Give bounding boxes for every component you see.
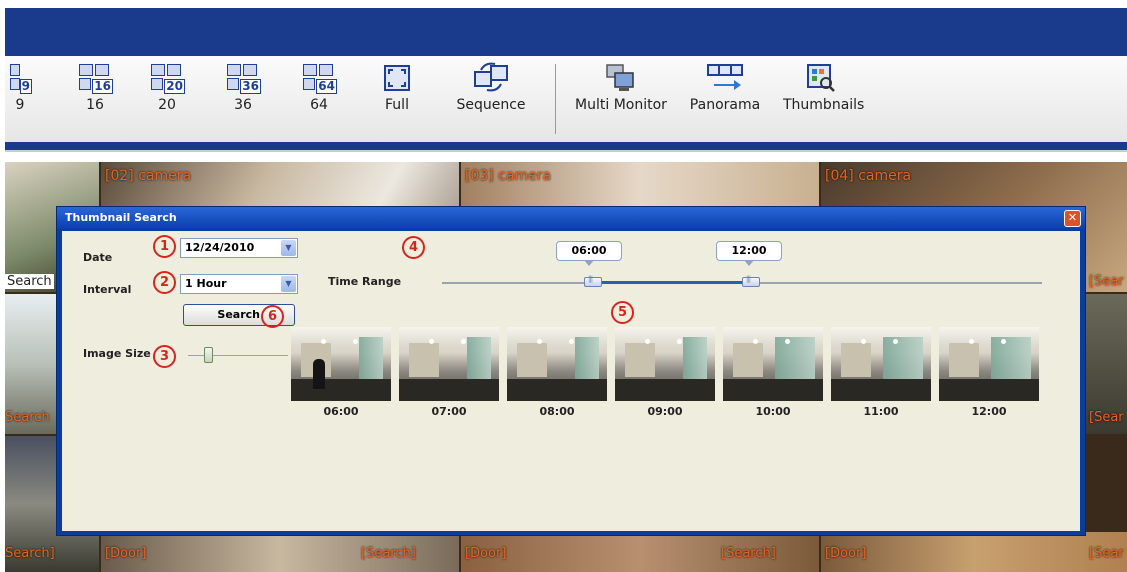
toolbar: 9 9 16 16 20 20 36 36 64 64 Full Sequenc…	[5, 56, 1127, 143]
thumbnail-0700[interactable]	[399, 327, 499, 401]
layout-16-button[interactable]: 16 16	[75, 62, 115, 113]
date-dropdown[interactable]: 12/24/2010 ▼	[180, 238, 298, 258]
camera-8-search-link[interactable]: [Sear	[1089, 274, 1124, 289]
thumbnail-0600[interactable]	[291, 327, 391, 401]
camera-tile-12[interactable]	[821, 532, 1127, 572]
range-end-handle[interactable]	[742, 275, 760, 287]
close-icon[interactable]: ✕	[1064, 210, 1081, 227]
thumbnail-0800[interactable]	[507, 327, 607, 401]
camera-12-door-label: [Door]	[825, 546, 867, 561]
grid-16-icon: 16	[79, 64, 113, 94]
camera-3-title: [03] camera	[465, 168, 552, 184]
marker-4: 4	[402, 236, 425, 259]
time-range-label: Time Range	[328, 275, 402, 288]
sequence-icon	[474, 62, 508, 92]
camera-2-title: [02] camera	[105, 168, 192, 184]
chevron-down-icon[interactable]: ▼	[281, 276, 296, 292]
layout-16-label: 16	[86, 97, 104, 113]
camera-9-search-link[interactable]: Search]	[5, 546, 55, 561]
marker-1: 1	[153, 235, 176, 258]
range-end-bubble: 12:00	[716, 241, 782, 266]
camera-11-search-link[interactable]: [Search]	[721, 546, 776, 561]
interval-label: Interval	[83, 283, 132, 296]
panorama-button[interactable]: Panorama	[683, 62, 767, 113]
interval-dropdown[interactable]: 1 Hour ▼	[180, 274, 298, 294]
marker-2: 2	[153, 271, 176, 294]
layout-20-button[interactable]: 20 20	[147, 62, 187, 113]
thumbnails-label: Thumbnails	[783, 97, 865, 113]
sequence-button[interactable]: Sequence	[451, 62, 531, 113]
dialog-title: Thumbnail Search	[57, 207, 1085, 229]
fullscreen-icon	[384, 65, 410, 91]
image-size-track	[188, 355, 288, 356]
grid-64-icon: 64	[303, 64, 337, 94]
image-size-slider[interactable]	[204, 347, 213, 363]
thumbnails-icon	[807, 64, 835, 92]
sequence-label: Sequence	[456, 97, 526, 113]
chevron-down-icon[interactable]: ▼	[281, 240, 296, 256]
grid-36-icon: 36	[227, 64, 261, 94]
camera-10-search-link[interactable]: [Search]	[361, 546, 416, 561]
marker-3: 3	[153, 345, 176, 368]
range-start-handle[interactable]	[584, 275, 602, 287]
title-bar	[5, 8, 1127, 56]
marker-6: 6	[261, 305, 284, 328]
thumbnail-time-1100: 11:00	[863, 405, 899, 418]
multi-monitor-label: Multi Monitor	[575, 97, 667, 113]
layout-9-button[interactable]: 9 9	[3, 62, 37, 113]
full-label: Full	[385, 97, 409, 113]
camera-4-title: [04] camera	[825, 168, 912, 184]
layout-64-label: 64	[310, 97, 328, 113]
layout-20-label: 20	[158, 97, 176, 113]
marker-5: 5	[611, 301, 634, 324]
interval-value: 1 Hour	[185, 277, 227, 290]
thumbnail-time-0800: 08:00	[539, 405, 575, 418]
date-label: Date	[83, 251, 113, 264]
layout-64-button[interactable]: 64 64	[299, 62, 339, 113]
range-start-bubble: 06:00	[556, 241, 622, 266]
multi-monitor-button[interactable]: Multi Monitor	[568, 62, 674, 113]
camera-1-search-link[interactable]: Search	[5, 274, 54, 289]
camera-5-search-link[interactable]: Search	[5, 410, 50, 425]
multi-monitor-icon	[606, 64, 634, 91]
thumbnail-1000[interactable]	[723, 327, 823, 401]
camera-10-door-label: [Door]	[105, 546, 147, 561]
camera-11-door-label: [Door]	[465, 546, 507, 561]
date-value: 12/24/2010	[185, 241, 255, 254]
layout-36-button[interactable]: 36 36	[223, 62, 263, 113]
toolbar-divider	[5, 150, 1127, 152]
thumbnail-1200[interactable]	[939, 327, 1039, 401]
panorama-label: Panorama	[689, 97, 761, 113]
toolbar-separator	[555, 64, 556, 134]
dialog-body: Date 1 12/24/2010 ▼ Interval 2 1 Hour ▼ …	[62, 231, 1080, 531]
layout-36-label: 36	[234, 97, 252, 113]
grid-9-icon: 9	[10, 64, 32, 94]
thumbnail-time-0600: 06:00	[323, 405, 359, 418]
thumbnail-search-dialog: Thumbnail Search ✕ Date 1 12/24/2010 ▼ I…	[56, 206, 1086, 536]
thumbnails-button[interactable]: Thumbnails	[783, 62, 865, 113]
thumbnail-time-1200: 12:00	[971, 405, 1007, 418]
camera-13-search-link[interactable]: [Sear	[1089, 546, 1124, 561]
thumbnail-time-0900: 09:00	[647, 405, 683, 418]
toolbar-bottom-strip	[5, 142, 1127, 150]
panorama-icon	[707, 64, 743, 90]
camera-12-search-link[interactable]: [Sear	[1089, 410, 1124, 425]
image-size-label: Image Size	[83, 347, 151, 360]
grid-20-icon: 20	[151, 64, 185, 94]
thumbnail-time-0700: 07:00	[431, 405, 467, 418]
full-button[interactable]: Full	[377, 62, 417, 113]
thumbnail-1100[interactable]	[831, 327, 931, 401]
layout-9-label: 9	[15, 97, 25, 113]
time-range-selection	[592, 281, 752, 284]
search-button-label: Search	[217, 308, 260, 321]
thumbnail-time-1000: 10:00	[755, 405, 791, 418]
thumbnail-0900[interactable]	[615, 327, 715, 401]
